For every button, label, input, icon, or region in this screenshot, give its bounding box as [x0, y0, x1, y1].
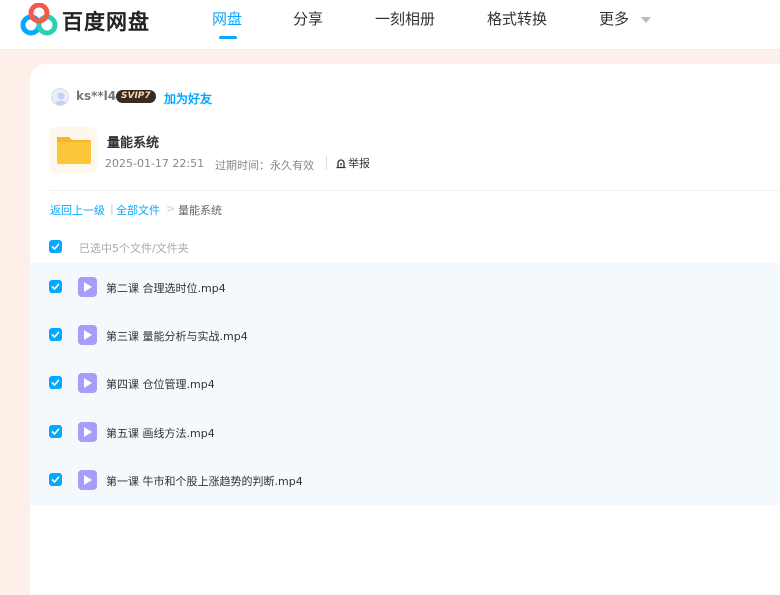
file-list: 第二课 合理选时位.mp4 第三课 量能分析与实战.mp4 第四课 仓位管理.m… — [30, 263, 780, 505]
check-icon — [51, 331, 60, 339]
nav-tab-netdisk[interactable]: 网盘 — [212, 8, 242, 29]
video-file-icon — [78, 325, 97, 345]
video-file-icon — [78, 277, 97, 297]
vip-badge: SVIP7 — [116, 90, 156, 103]
nav-tab-share[interactable]: 分享 — [293, 8, 323, 29]
selection-info: 已选中5个文件/文件夹 — [79, 242, 189, 255]
file-name[interactable]: 第三课 量能分析与实战.mp4 — [106, 328, 248, 344]
video-file-icon — [78, 422, 97, 442]
active-tab-indicator — [219, 36, 237, 39]
file-row[interactable]: 第五课 画线方法.mp4 — [30, 408, 780, 456]
breadcrumb-separator: | — [110, 202, 114, 215]
chevron-down-icon[interactable] — [641, 17, 651, 23]
share-expiry: 过期时间：永久有效 — [215, 159, 314, 172]
check-icon — [51, 283, 60, 291]
report-button[interactable]: 举报 — [335, 155, 370, 171]
file-row[interactable]: 第二课 合理选时位.mp4 — [30, 263, 780, 311]
check-icon — [51, 428, 60, 436]
nav-tab-more[interactable]: 更多 — [599, 8, 629, 29]
nav-tab-album[interactable]: 一刻相册 — [375, 8, 435, 29]
add-friend-button[interactable]: 加为好友 — [164, 90, 212, 107]
breadcrumb-current: 量能系统 — [178, 204, 222, 217]
file-name[interactable]: 第五课 画线方法.mp4 — [106, 425, 215, 441]
folder-thumbnail — [49, 127, 97, 173]
video-file-icon — [78, 470, 97, 490]
select-all-checkbox[interactable] — [49, 240, 62, 253]
sharer-username[interactable]: ks**l4 — [76, 89, 116, 103]
check-icon — [51, 379, 60, 387]
section-divider — [50, 190, 780, 191]
check-icon — [51, 243, 60, 251]
breadcrumb-arrow: > — [166, 202, 176, 215]
top-navbar: 百度网盘 网盘 分享 一刻相册 格式转换 更多 — [0, 0, 780, 50]
file-row[interactable]: 第三课 量能分析与实战.mp4 — [30, 311, 780, 359]
breadcrumb-all-files[interactable]: 全部文件 — [116, 202, 160, 218]
meta-divider — [326, 156, 327, 170]
file-row[interactable]: 第一课 牛市和个股上涨趋势的判断.mp4 — [30, 456, 780, 504]
check-icon — [51, 476, 60, 484]
avatar[interactable] — [51, 88, 69, 106]
video-file-icon — [78, 373, 97, 393]
file-row[interactable]: 第四课 仓位管理.mp4 — [30, 359, 780, 407]
file-name[interactable]: 第四课 仓位管理.mp4 — [106, 376, 215, 392]
nav-tab-convert[interactable]: 格式转换 — [487, 8, 547, 29]
folder-title: 量能系统 — [107, 136, 160, 151]
file-checkbox[interactable] — [49, 473, 62, 486]
report-label: 举报 — [348, 157, 370, 170]
file-name[interactable]: 第一课 牛市和个股上涨趋势的判断.mp4 — [106, 473, 303, 489]
breadcrumb-back[interactable]: 返回上一级 — [50, 202, 105, 218]
share-date: 2025-01-17 22:51 — [105, 157, 205, 170]
baidu-netdisk-logo[interactable] — [20, 3, 58, 37]
file-name[interactable]: 第二课 合理选时位.mp4 — [106, 280, 226, 296]
brand-name[interactable]: 百度网盘 — [62, 6, 150, 36]
file-checkbox[interactable] — [49, 328, 62, 341]
folder-icon — [57, 137, 91, 164]
report-icon — [336, 159, 346, 169]
file-checkbox[interactable] — [49, 376, 62, 389]
file-checkbox[interactable] — [49, 280, 62, 293]
file-checkbox[interactable] — [49, 425, 62, 438]
